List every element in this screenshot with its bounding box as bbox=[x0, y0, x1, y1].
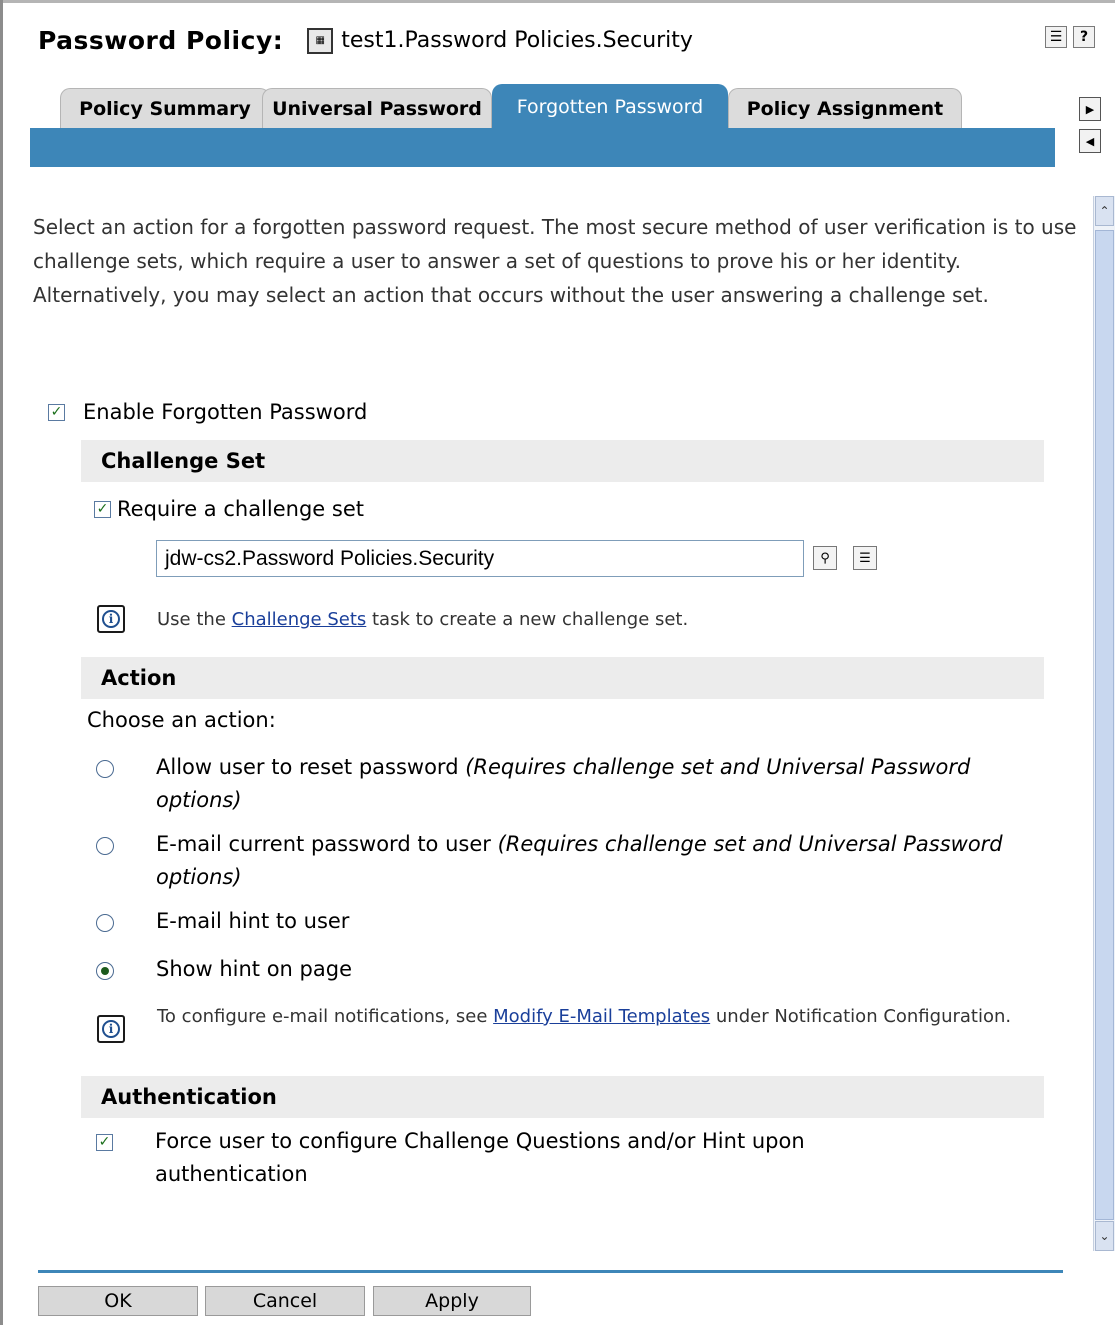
option-text: Show hint on page bbox=[156, 953, 1036, 986]
scroll-up-icon[interactable]: ⌃ bbox=[1095, 196, 1114, 226]
force-configure-checkbox[interactable]: ✓ bbox=[96, 1134, 113, 1151]
scrollbar-thumb[interactable] bbox=[1095, 230, 1114, 1220]
tab-content-bar bbox=[30, 128, 1055, 167]
force-configure-label: Force user to configure Challenge Questi… bbox=[155, 1129, 805, 1186]
modify-email-templates-link[interactable]: Modify E-Mail Templates bbox=[493, 1006, 710, 1027]
title-label: Password Policy: bbox=[38, 26, 284, 55]
note-text: under Notification Configuration. bbox=[710, 1006, 1012, 1027]
email-templates-note: To configure e-mail notifications, see M… bbox=[157, 1000, 1027, 1034]
tab-policy-summary[interactable]: Policy Summary bbox=[60, 88, 270, 128]
radio-button-selected[interactable] bbox=[96, 962, 114, 980]
tab-forgotten-password[interactable]: Forgotten Password bbox=[492, 84, 728, 128]
intro-text: Select an action for a forgotten passwor… bbox=[33, 215, 1077, 307]
scroll-down-icon[interactable]: ⌄ bbox=[1095, 1221, 1114, 1251]
apply-button[interactable]: Apply bbox=[373, 1286, 531, 1316]
frame-left-border bbox=[0, 0, 3, 1325]
help-icon[interactable]: ? bbox=[1073, 26, 1095, 48]
tab-scroll-right-icon[interactable]: ▶ bbox=[1079, 97, 1101, 121]
vertical-scrollbar[interactable]: ⌃ ⌄ bbox=[1093, 196, 1115, 1251]
challenge-sets-link[interactable]: Challenge Sets bbox=[232, 609, 367, 630]
history-list-icon[interactable]: ☰ bbox=[853, 546, 877, 570]
info-icon: i bbox=[97, 605, 125, 633]
action-option-email-password[interactable]: E-mail current password to user (Require… bbox=[96, 828, 1036, 894]
cancel-button[interactable]: Cancel bbox=[205, 1286, 365, 1316]
action-option-reset[interactable]: Allow user to reset password (Requires c… bbox=[96, 751, 1036, 817]
force-configure-row[interactable]: ✓ Force user to configure Challenge Ques… bbox=[96, 1125, 915, 1191]
require-challenge-set-row[interactable]: ✓ Require a challenge set bbox=[94, 497, 364, 521]
option-label: Allow user to reset password bbox=[156, 755, 466, 779]
info-icon: i bbox=[97, 1015, 125, 1043]
radio-button[interactable] bbox=[96, 837, 114, 855]
frame-top-border bbox=[0, 0, 1115, 3]
challenge-set-note: Use the Challenge Sets task to create a … bbox=[157, 603, 688, 637]
challenge-set-heading: Challenge Set bbox=[81, 440, 1044, 482]
option-text: E-mail hint to user bbox=[156, 905, 1036, 938]
radio-button[interactable] bbox=[96, 760, 114, 778]
option-text: E-mail current password to user (Require… bbox=[156, 828, 1036, 894]
option-label: Show hint on page bbox=[156, 957, 352, 981]
option-label: E-mail current password to user bbox=[156, 832, 498, 856]
action-option-email-hint[interactable]: E-mail hint to user bbox=[96, 905, 1036, 938]
choose-action-label: Choose an action: bbox=[87, 708, 276, 732]
tab-policy-assignment[interactable]: Policy Assignment bbox=[728, 88, 962, 128]
header-icons: ☰ ? bbox=[1045, 26, 1095, 48]
note-text: task to create a new challenge set. bbox=[366, 609, 689, 630]
note-text: To configure e-mail notifications, see bbox=[157, 1006, 494, 1027]
authentication-heading: Authentication bbox=[81, 1076, 1044, 1118]
tab-scroll-arrows: ▶ ◀ bbox=[1079, 97, 1101, 153]
browse-search-icon[interactable]: ⚲ bbox=[813, 546, 837, 570]
enable-forgotten-password-checkbox[interactable]: ✓ bbox=[48, 403, 65, 421]
footer-rule bbox=[38, 1270, 1063, 1273]
require-challenge-set-checkbox[interactable]: ✓ bbox=[94, 500, 111, 518]
action-heading: Action bbox=[81, 657, 1044, 699]
password-policy-object-icon: ▦ bbox=[307, 27, 334, 54]
action-option-show-hint[interactable]: Show hint on page bbox=[96, 953, 1036, 986]
select-object-icon[interactable]: ☰ bbox=[1045, 26, 1067, 48]
enable-forgotten-password-row[interactable]: ✓ Enable Forgotten Password bbox=[48, 400, 367, 424]
page-title: Password Policy: ▦ test1.Password Polici… bbox=[38, 26, 693, 55]
enable-forgotten-password-label: Enable Forgotten Password bbox=[83, 400, 368, 424]
challenge-set-input[interactable]: jdw-cs2.Password Policies.Security bbox=[156, 540, 804, 577]
tab-scroll-left-icon[interactable]: ◀ bbox=[1079, 129, 1101, 153]
tab-strip: Policy Summary Universal Password Forgot… bbox=[30, 84, 1055, 128]
policy-object-name: test1.Password Policies.Security bbox=[341, 28, 693, 53]
require-challenge-set-label: Require a challenge set bbox=[117, 497, 364, 521]
tab-universal-password[interactable]: Universal Password bbox=[262, 88, 492, 128]
ok-button[interactable]: OK bbox=[38, 1286, 198, 1316]
option-text: Allow user to reset password (Requires c… bbox=[156, 751, 1036, 817]
option-label: E-mail hint to user bbox=[156, 909, 350, 933]
radio-button[interactable] bbox=[96, 914, 114, 932]
note-text: Use the bbox=[157, 609, 232, 630]
